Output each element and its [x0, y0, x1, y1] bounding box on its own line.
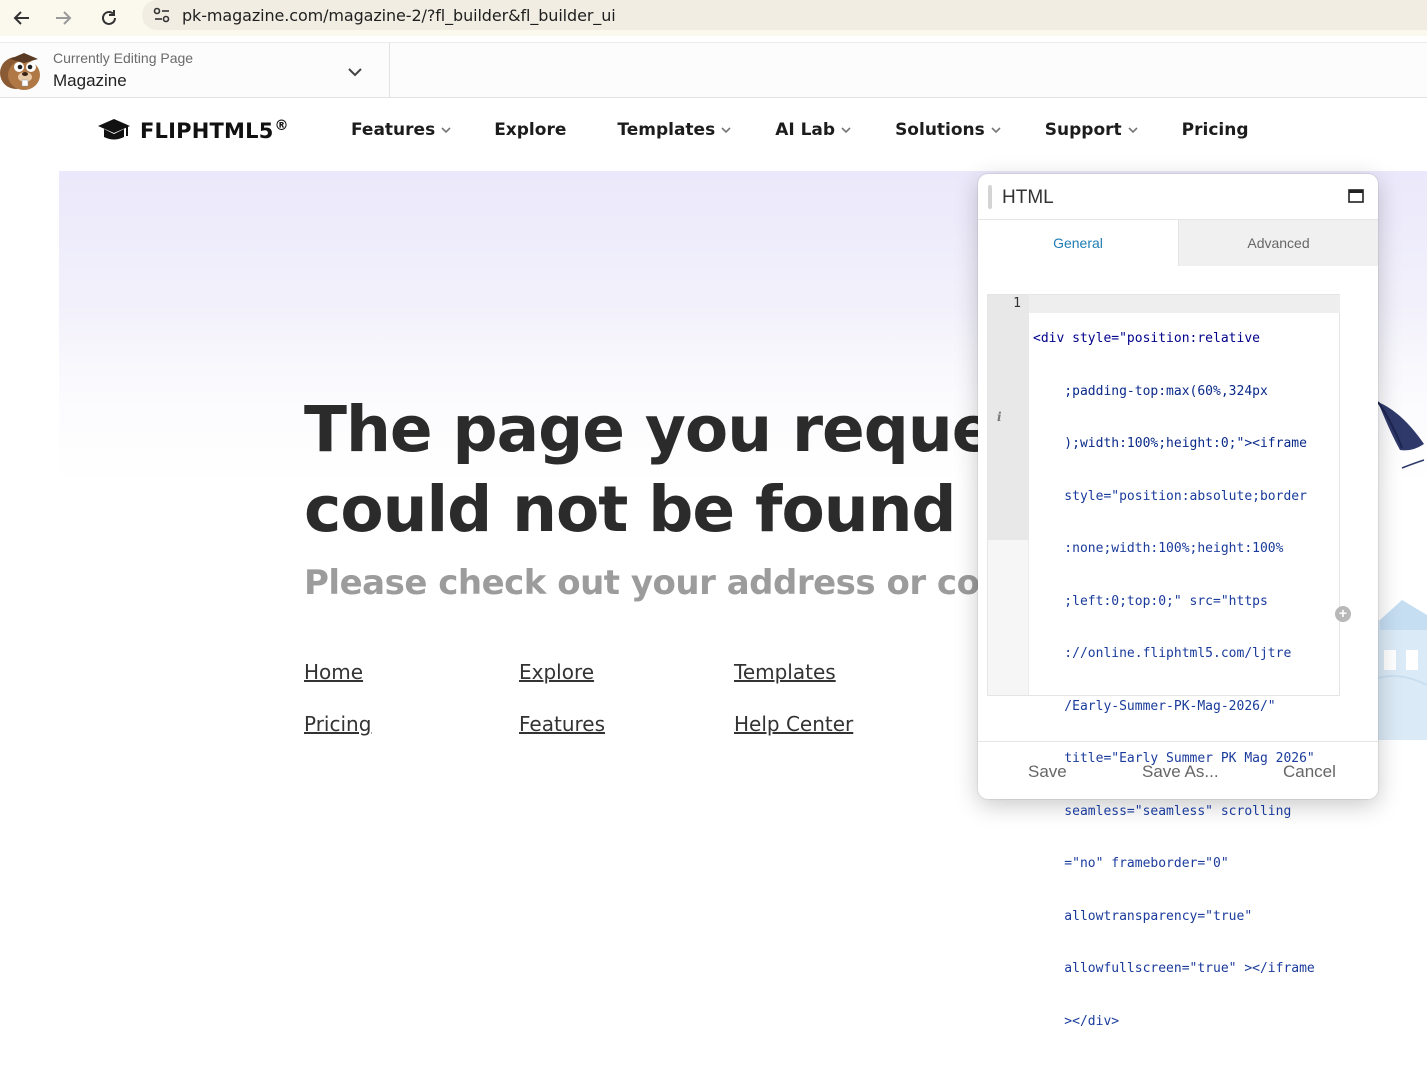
- maximize-icon[interactable]: [1348, 188, 1364, 204]
- chevron-down-icon: [1128, 127, 1138, 134]
- paper-plane-illustration: [1377, 401, 1425, 469]
- tab-advanced[interactable]: Advanced: [1178, 220, 1378, 266]
- link-pricing[interactable]: Pricing: [304, 712, 371, 736]
- house-illustration: [1372, 600, 1427, 740]
- panel-title: HTML: [1002, 187, 1054, 208]
- page-subline: Please check out your address or contact…: [304, 563, 978, 603]
- info-icon[interactable]: i: [997, 410, 1002, 424]
- line-number: 1: [1013, 296, 1021, 311]
- page-headline: The page you requested could not be foun…: [304, 393, 978, 546]
- save-as-button[interactable]: Save As...: [1142, 762, 1219, 782]
- code-line: ="no" frameborder="0": [1033, 856, 1229, 871]
- code-line: <div style="position:relative: [1033, 331, 1260, 346]
- code-line: allowtransparency="true": [1033, 908, 1253, 924]
- code-line: ></div>: [1033, 1013, 1120, 1029]
- link-help-center[interactable]: Help Center: [734, 712, 853, 736]
- code-line: ://online.fliphtml5.com/ljtre: [1033, 646, 1292, 661]
- hero-content: The page you requested could not be foun…: [0, 0, 978, 917]
- add-icon[interactable]: +: [1335, 606, 1351, 622]
- code-line: :none;width:100%;height:100%: [1033, 541, 1284, 556]
- drag-handle[interactable]: [988, 185, 992, 209]
- panel-tabs: General Advanced: [978, 220, 1378, 266]
- link-features[interactable]: Features: [519, 712, 605, 736]
- code-line: ;left:0;top:0;" src="https: [1033, 593, 1268, 609]
- link-explore[interactable]: Explore: [519, 660, 594, 684]
- code-line: /Early-Summer-PK-Mag-2026/": [1033, 698, 1276, 714]
- code-line: seamless="seamless" scrolling: [1033, 803, 1292, 819]
- link-templates[interactable]: Templates: [734, 660, 836, 684]
- nav-pricing[interactable]: Pricing: [1182, 118, 1249, 142]
- chevron-down-icon: [991, 127, 1001, 134]
- html-settings-panel: HTML General Advanced 1 i <div style="po…: [978, 174, 1378, 1029]
- save-button[interactable]: Save: [1028, 762, 1067, 782]
- panel-header[interactable]: HTML: [978, 174, 1378, 220]
- code-line: );width:100%;height:0;"><iframe: [1033, 436, 1307, 451]
- code-line: ;padding-top:max(60%,324px: [1033, 383, 1268, 399]
- tab-general[interactable]: General: [978, 220, 1178, 266]
- code-line: allowfullscreen="true" ></iframe: [1033, 961, 1315, 976]
- panel-footer: Save Save As... Cancel: [978, 741, 1378, 799]
- code-line: style="position:absolute;border: [1033, 488, 1307, 504]
- editor-gutter: [988, 295, 1029, 540]
- code-editor[interactable]: 1 i <div style="position:relative ;paddi…: [987, 294, 1351, 1029]
- nav-support[interactable]: Support: [1045, 118, 1138, 142]
- link-home[interactable]: Home: [304, 660, 363, 684]
- cancel-button[interactable]: Cancel: [1283, 762, 1336, 782]
- code-content[interactable]: <div style="position:relative ;padding-t…: [1033, 295, 1339, 1065]
